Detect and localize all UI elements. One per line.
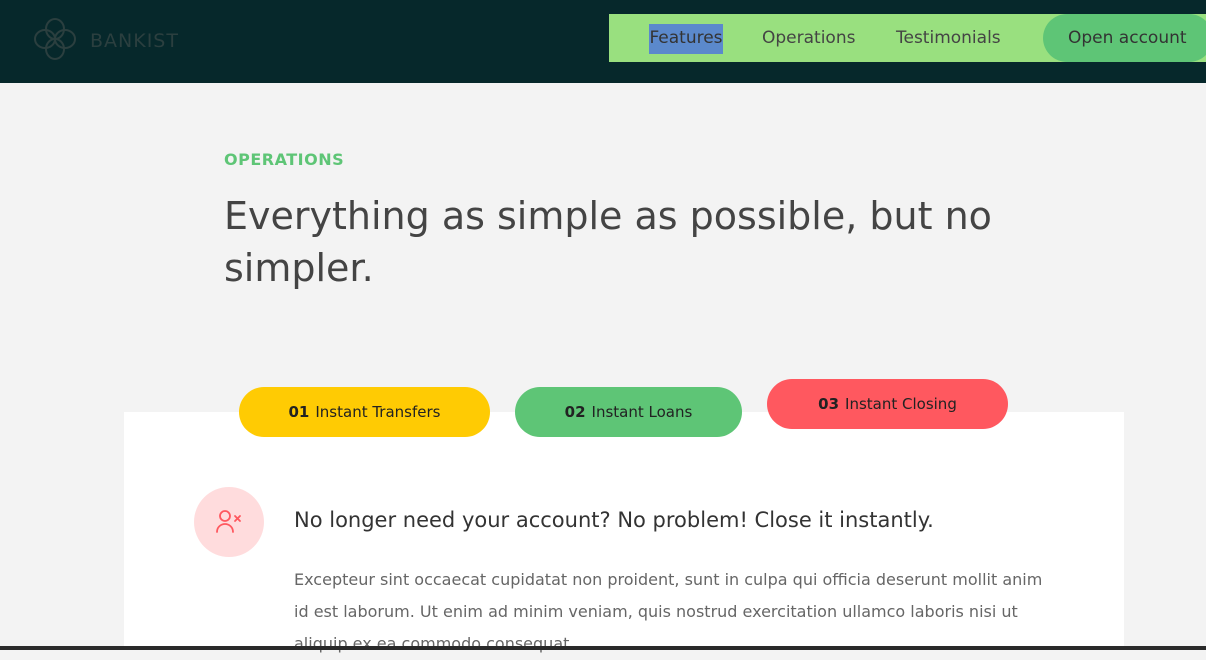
section-label: OPERATIONS: [224, 150, 345, 169]
tab-label: Instant Closing: [845, 395, 957, 413]
tab-label: Instant Loans: [591, 403, 693, 421]
logo-text: BANKIST: [90, 30, 179, 52]
content-title: No longer need your account? No problem!…: [294, 508, 934, 532]
tab-number: 02: [564, 403, 586, 421]
logo[interactable]: BANKIST: [32, 16, 179, 66]
top-navigation-bar: BANKIST Features Operations Testimonials…: [0, 0, 1206, 83]
tab-label: Instant Transfers: [315, 403, 441, 421]
open-account-button[interactable]: Open account: [1043, 14, 1206, 62]
section-title: Everything as simple as possible, but no…: [224, 194, 992, 290]
tab-instant-loans[interactable]: 02 Instant Loans: [515, 387, 742, 437]
tab-instant-closing[interactable]: 03 Instant Closing: [767, 379, 1008, 429]
nav-link-operations[interactable]: Operations: [762, 24, 855, 54]
tab-instant-transfers[interactable]: 01 Instant Transfers: [239, 387, 490, 437]
nav-menu: Features Operations Testimonials Open ac…: [609, 14, 1206, 62]
tab-number: 01: [288, 403, 310, 421]
nav-link-testimonials[interactable]: Testimonials: [896, 24, 1001, 54]
user-remove-icon: [194, 487, 264, 557]
nav-link-features[interactable]: Features: [649, 24, 723, 54]
bankist-logo-icon: [32, 16, 78, 66]
window-bottom-edge: [0, 646, 1206, 650]
tab-number: 03: [818, 395, 840, 413]
